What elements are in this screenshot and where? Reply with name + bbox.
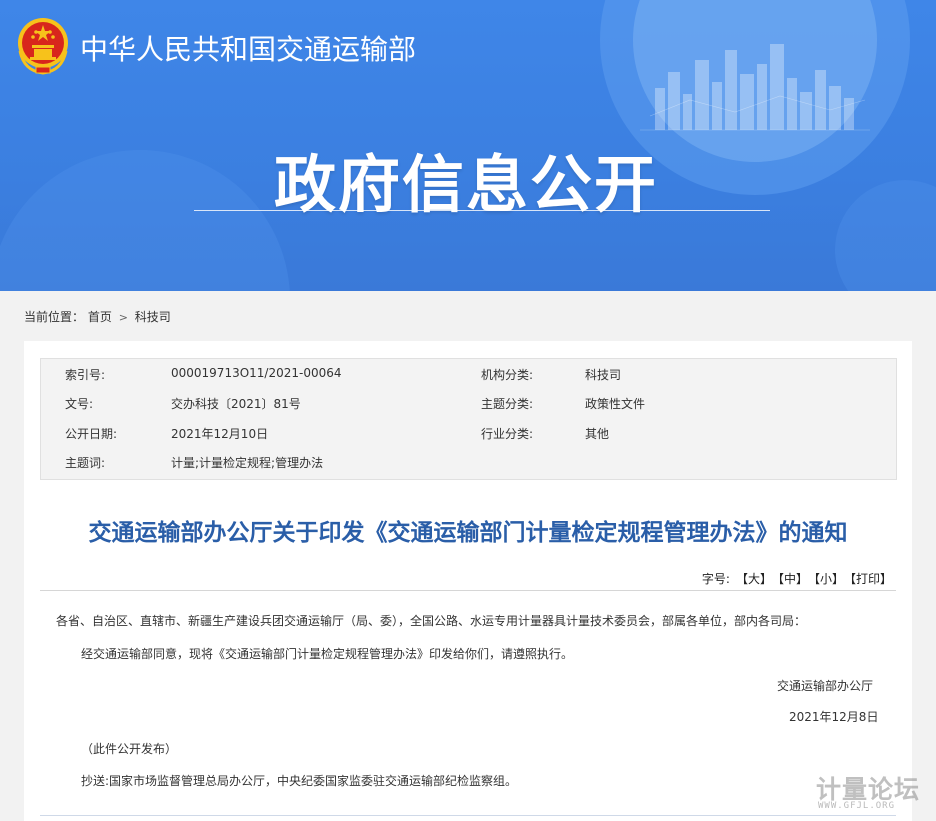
index-value: 000019713O11/2021-00064 xyxy=(171,366,342,380)
divider xyxy=(40,590,896,591)
issuer: 交通运输部办公厅 xyxy=(777,679,874,693)
document-metadata-table: 索引号: 000019713O11/2021-00064 机构分类: 科技司 文… xyxy=(40,358,897,480)
breadcrumb-prefix: 当前位置： xyxy=(24,310,85,324)
org-value: 科技司 xyxy=(585,368,622,382)
keywords-value: 计量;计量检定规程;管理办法 xyxy=(171,456,324,470)
meta-row: 主题词: 计量;计量检定规程;管理办法 xyxy=(41,454,896,476)
org-label: 机构分类: xyxy=(481,368,534,382)
font-size-label: 字号: xyxy=(701,572,730,586)
breadcrumb-separator: > xyxy=(118,311,128,324)
industry-label: 行业分类: xyxy=(481,427,534,441)
meta-row: 索引号: 000019713O11/2021-00064 机构分类: 科技司 xyxy=(41,366,896,388)
divider xyxy=(40,815,896,816)
industry-value: 其他 xyxy=(585,427,610,441)
font-size-toolbar: 字号: 【大】 【中】 【小】 【打印】 xyxy=(702,570,892,587)
topic-value: 政策性文件 xyxy=(585,397,646,411)
date-value: 2021年12月10日 xyxy=(171,427,269,441)
meta-row: 文号: 交办科技〔2021〕81号 主题分类: 政策性文件 xyxy=(41,395,896,417)
font-large-button[interactable]: 【大】 xyxy=(736,572,772,586)
date-label: 公开日期: xyxy=(65,427,118,441)
document-title: 交通运输部办公厅关于印发《交通运输部门计量检定规程管理办法》的通知 xyxy=(88,520,848,546)
meta-row: 公开日期: 2021年12月10日 行业分类: 其他 xyxy=(41,425,896,447)
body-paragraph: 经交通运输部同意，现将《交通运输部门计量检定规程管理办法》印发给你们，请遵照执行… xyxy=(81,647,574,661)
content-panel: 索引号: 000019713O11/2021-00064 机构分类: 科技司 文… xyxy=(24,341,912,821)
watermark-url: WWW.GFJL.ORG xyxy=(818,801,896,811)
header-banner: 中华人民共和国交通运输部 政府信息公开 xyxy=(0,0,936,291)
breadcrumb-home-link[interactable]: 首页 xyxy=(88,310,112,324)
recipients-paragraph: 各省、自治区、直辖市、新疆生产建设兵团交通运输厅（局、委），全国公路、水运专用计… xyxy=(56,614,807,628)
breadcrumb-current-link[interactable]: 科技司 xyxy=(135,310,171,324)
publish-note: （此件公开发布） xyxy=(81,742,178,756)
site-name[interactable]: 中华人民共和国交通运输部 xyxy=(80,28,416,68)
breadcrumb: 当前位置： 首页 > 科技司 xyxy=(24,308,171,325)
topic-label: 主题分类: xyxy=(481,397,534,411)
cc-line: 抄送:国家市场监督管理总局办公厅，中央纪委国家监委驻交通运输部纪检监察组。 xyxy=(81,774,518,788)
national-emblem-icon xyxy=(18,18,68,75)
issue-date: 2021年12月8日 xyxy=(789,710,879,724)
font-small-button[interactable]: 【小】 xyxy=(814,572,844,586)
print-button[interactable]: 【打印】 xyxy=(850,572,892,586)
banner-title-underline xyxy=(194,210,770,211)
font-medium-button[interactable]: 【中】 xyxy=(778,572,808,586)
doc-no-label: 文号: xyxy=(65,397,94,411)
keywords-label: 主题词: xyxy=(65,456,106,470)
doc-no-value: 交办科技〔2021〕81号 xyxy=(171,397,301,411)
index-label: 索引号: xyxy=(65,368,106,382)
forum-watermark: 计量论坛 WWW.GFJL.ORG xyxy=(812,770,930,816)
